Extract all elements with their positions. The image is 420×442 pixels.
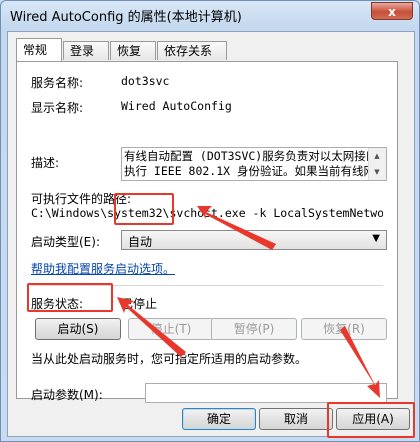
properties-window: Wired AutoConfig 的属性(本地计算机) x 常规 登录 恢复 依… [0,0,420,442]
general-panel: 服务名称: dot3svc 显示名称: Wired AutoConfig 描述:… [16,61,398,403]
window-title: Wired AutoConfig 的属性(本地计算机) [10,10,242,25]
annotation-box-startup-type [114,193,174,225]
tab-logon[interactable]: 登录 [63,41,109,60]
startup-type-value: 自动 [128,235,153,249]
start-button[interactable]: 启动(S) [35,318,121,340]
tab-general[interactable]: 常规 [16,38,62,61]
close-button[interactable]: x [371,2,413,20]
cancel-button[interactable]: 取消 [259,408,333,430]
description-label: 描述: [31,156,60,170]
exe-path-value: C:\Windows\system32\svchost.exe -k Local… [31,206,383,220]
title-bar: Wired AutoConfig 的属性(本地计算机) x [1,1,419,27]
start-params-label: 启动参数(M): [31,388,103,402]
tab-dependencies[interactable]: 依存关系 [157,41,227,60]
service-name-value: dot3svc [121,74,170,88]
service-status-value: 已停止 [121,297,158,311]
resume-button[interactable]: 恢复(R) [301,318,387,340]
description-scrollbar[interactable]: ▲ ▼ [368,148,386,180]
scroll-up-icon[interactable]: ▲ [369,149,385,163]
scroll-down-icon[interactable]: ▼ [369,165,385,179]
annotation-box-apply-button [327,402,415,438]
start-params-hint: 当从此处启动服务时，您可指定所适用的启动参数。 [31,352,308,366]
description-line-1: 有线自动配置 (DOT3SVC)服务负责对以太网接口 [124,149,368,163]
display-name-value: Wired AutoConfig [121,99,232,113]
stop-button[interactable]: 停止(T) [128,318,214,340]
startup-type-select[interactable]: 自动 ▼ [121,230,387,250]
startup-type-label: 启动类型(E): [31,235,100,249]
chevron-down-icon: ▼ [372,233,380,244]
description-line-2: 执行 IEEE 802.1X 身份验证。如果当前有线网 [124,164,368,178]
start-params-input[interactable] [145,383,387,403]
pause-button[interactable]: 暂停(P) [211,318,297,340]
annotation-box-start-button [27,283,113,312]
description-box[interactable]: 有线自动配置 (DOT3SVC)服务负责对以太网接口 执行 IEEE 802.1… [121,147,387,181]
startup-help-link[interactable]: 帮助我配置服务启动选项。 [31,260,175,277]
service-name-label: 服务名称: [31,76,84,90]
ok-button[interactable]: 确定 [182,408,256,430]
close-icon: x [388,5,396,19]
display-name-label: 显示名称: [31,101,84,115]
tab-recovery[interactable]: 恢复 [110,41,156,60]
dialog-client: 常规 登录 恢复 依存关系 服务名称: dot3svc 显示名称: Wired … [7,31,415,437]
